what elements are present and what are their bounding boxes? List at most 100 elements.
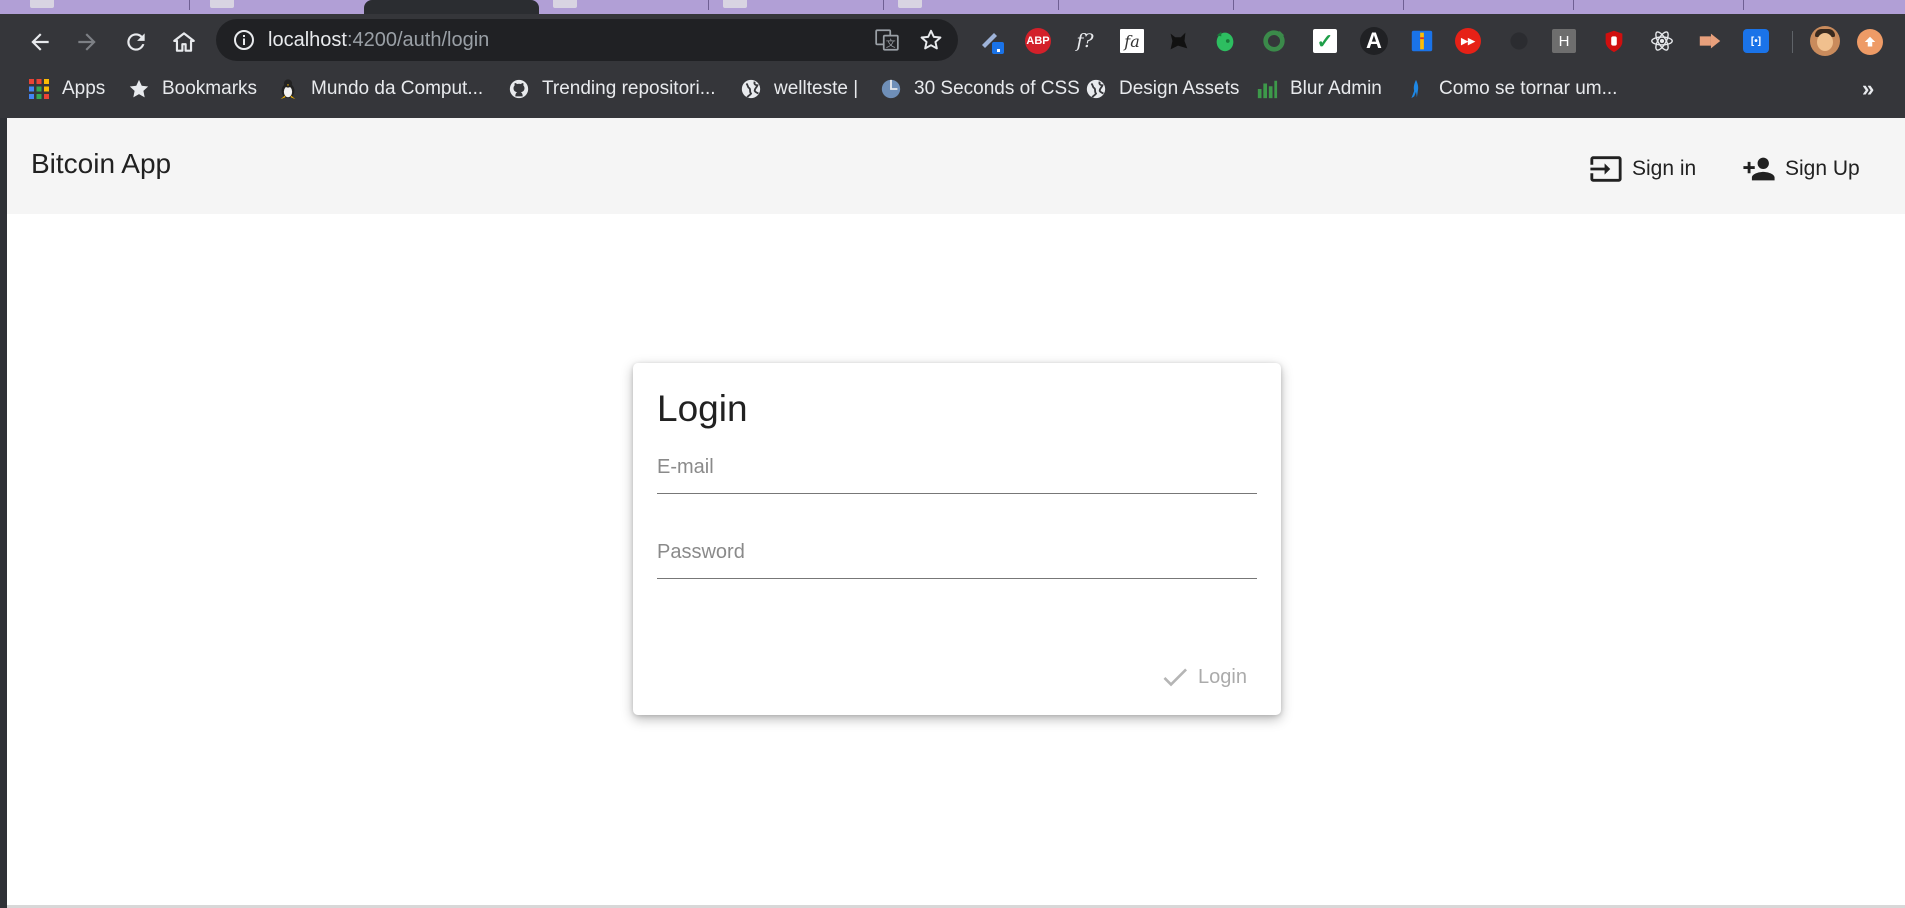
checkmark-extension-icon[interactable]: ✓ bbox=[1313, 29, 1337, 53]
green-refresh-extension-icon[interactable] bbox=[1260, 27, 1288, 55]
adblock-plus-icon[interactable]: ABP bbox=[1025, 28, 1051, 54]
login-submit-label: Login bbox=[1198, 665, 1247, 688]
pen-extension-icon[interactable] bbox=[978, 27, 1006, 55]
bookmarks-bar: Apps Bookmarks Mundo da Comput... Trendi… bbox=[0, 70, 1905, 118]
bookmark-apps[interactable]: Apps bbox=[28, 70, 105, 108]
bookmark-wellteste[interactable]: wellteste | bbox=[740, 70, 858, 108]
dark-circle-extension-icon[interactable] bbox=[1505, 27, 1533, 55]
tab-favicon-icon bbox=[553, 0, 577, 8]
person-add-icon bbox=[1743, 157, 1775, 181]
signup-button[interactable]: Sign Up bbox=[1742, 152, 1860, 186]
home-button[interactable] bbox=[161, 14, 207, 70]
email-input[interactable] bbox=[657, 449, 1257, 485]
tab-favicon-icon bbox=[723, 0, 747, 8]
fontawesome-icon[interactable]: fa bbox=[1120, 29, 1144, 53]
url-text[interactable]: localhost:4200/auth/login bbox=[268, 29, 489, 52]
tab-favicon-icon bbox=[30, 0, 54, 8]
chrome-update-icon[interactable] bbox=[1857, 29, 1883, 55]
page-content: Bitcoin App Sign in Sign Up Login Login bbox=[7, 118, 1905, 908]
signup-label: Sign Up bbox=[1785, 157, 1860, 180]
login-submit-button[interactable]: Login bbox=[1159, 661, 1247, 693]
login-card: Login Login bbox=[633, 363, 1281, 715]
browser-tab[interactable] bbox=[709, 0, 884, 14]
arrow-right-icon bbox=[78, 33, 96, 51]
a-letter-extension-icon[interactable]: A bbox=[1360, 27, 1388, 55]
chart-icon bbox=[1257, 80, 1278, 99]
bookmark-label: wellteste | bbox=[774, 78, 859, 99]
browser-tab-active[interactable] bbox=[364, 0, 539, 14]
browser-tab[interactable] bbox=[0, 0, 190, 14]
app-title[interactable]: Bitcoin App bbox=[31, 148, 171, 180]
tab-favicon-icon bbox=[898, 0, 922, 8]
signin-button[interactable]: Sign in bbox=[1589, 152, 1696, 186]
bookmark-trending-repositories[interactable]: Trending repositori... bbox=[508, 70, 716, 108]
info-icon[interactable] bbox=[232, 28, 256, 52]
globe-icon bbox=[881, 79, 901, 99]
profile-avatar[interactable] bbox=[1810, 26, 1840, 56]
bookmark-label: Bookmarks bbox=[162, 78, 258, 99]
linux-penguin-icon bbox=[280, 79, 296, 100]
check-icon bbox=[1163, 668, 1187, 687]
password-field[interactable] bbox=[657, 530, 1257, 579]
bookmark-30-seconds-of-css[interactable]: 30 Seconds of CSS bbox=[880, 70, 1080, 108]
svg-text:文: 文 bbox=[886, 37, 896, 50]
bookmark-label: Apps bbox=[62, 78, 106, 99]
bookmark-como-se-tornar[interactable]: Como se tornar um... bbox=[1405, 70, 1617, 108]
forward-button[interactable] bbox=[64, 14, 110, 70]
email-field[interactable] bbox=[657, 445, 1257, 494]
url-host: localhost bbox=[268, 29, 347, 51]
apps-grid-icon bbox=[29, 79, 49, 99]
bookmarks-overflow-button[interactable]: » bbox=[1862, 76, 1874, 102]
tab-favicon-icon bbox=[210, 0, 234, 8]
bird-icon bbox=[1411, 79, 1419, 99]
arrow-left-icon bbox=[31, 33, 49, 51]
bookmark-label: Como se tornar um... bbox=[1439, 78, 1618, 99]
password-input[interactable] bbox=[657, 534, 1257, 570]
login-icon bbox=[1590, 156, 1622, 182]
browser-tab[interactable] bbox=[1234, 0, 1404, 14]
tab-strip bbox=[0, 0, 1905, 14]
blue-ruler-extension-icon[interactable] bbox=[1408, 27, 1436, 55]
browser-tab[interactable] bbox=[1404, 0, 1574, 14]
bookmark-bookmarks[interactable]: Bookmarks bbox=[128, 70, 257, 108]
blue-bracket-extension-icon[interactable]: [•] bbox=[1743, 29, 1769, 53]
browser-tab[interactable] bbox=[884, 0, 1059, 14]
react-devtools-icon[interactable] bbox=[1648, 27, 1676, 55]
home-icon bbox=[173, 32, 195, 52]
reload-button[interactable] bbox=[113, 14, 159, 70]
reload-icon bbox=[127, 33, 145, 51]
login-title: Login bbox=[657, 388, 748, 429]
browser-toolbar: localhost:4200/auth/login 文 ABP f? fa ✓ … bbox=[0, 14, 1905, 70]
dark-cat-extension-icon[interactable] bbox=[1164, 27, 1192, 55]
signin-label: Sign in bbox=[1632, 157, 1697, 180]
browser-tab[interactable] bbox=[190, 0, 360, 14]
address-bar[interactable]: localhost:4200/auth/login 文 bbox=[216, 19, 958, 61]
globe-icon bbox=[1086, 79, 1106, 99]
translate-icon[interactable]: 文 bbox=[874, 27, 900, 53]
whatfont-icon[interactable]: f? bbox=[1071, 27, 1099, 55]
red-hand-extension-icon[interactable] bbox=[1600, 27, 1628, 55]
bookmark-blur-admin[interactable]: Blur Admin bbox=[1256, 70, 1382, 108]
evernote-icon[interactable] bbox=[1211, 27, 1239, 55]
bookmark-label: Mundo da Comput... bbox=[311, 78, 484, 99]
star-icon bbox=[129, 79, 149, 98]
url-path: :4200/auth/login bbox=[346, 29, 490, 51]
browser-tab[interactable] bbox=[1574, 0, 1744, 14]
browser-tab[interactable] bbox=[1059, 0, 1234, 14]
orange-arrow-extension-icon[interactable] bbox=[1696, 27, 1724, 55]
bookmark-label: 30 Seconds of CSS bbox=[914, 78, 1080, 99]
bookmark-label: Design Assets bbox=[1119, 78, 1240, 99]
bookmark-label: Blur Admin bbox=[1290, 78, 1382, 99]
bookmark-mundo-da-computacao[interactable]: Mundo da Comput... bbox=[277, 70, 483, 108]
h-letter-extension-icon[interactable]: H bbox=[1552, 29, 1576, 53]
github-icon bbox=[509, 79, 529, 99]
browser-tab[interactable] bbox=[539, 0, 709, 14]
youtube-extension-icon[interactable]: ▶▶ bbox=[1455, 28, 1481, 54]
globe-icon bbox=[741, 79, 761, 99]
back-button[interactable] bbox=[17, 14, 63, 70]
bookmark-star-icon[interactable] bbox=[918, 27, 944, 53]
app-toolbar: Bitcoin App Sign in Sign Up bbox=[7, 118, 1905, 214]
bookmark-design-assets[interactable]: Design Assets bbox=[1085, 70, 1239, 108]
toolbar-separator bbox=[1792, 31, 1793, 53]
bookmark-label: Trending repositori... bbox=[542, 78, 716, 99]
